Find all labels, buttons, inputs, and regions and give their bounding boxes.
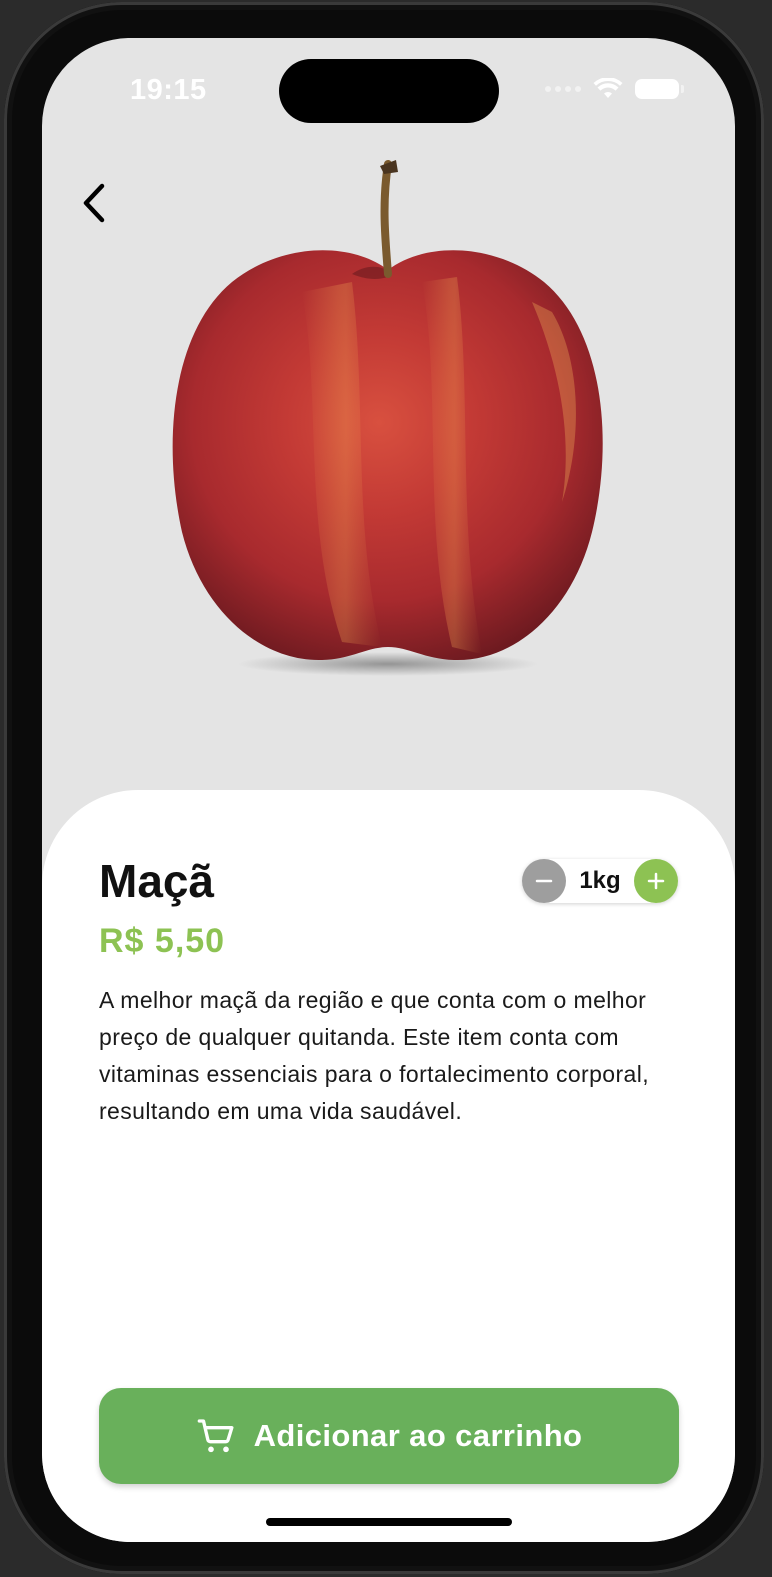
product-details-sheet: Maçã R$ 5,50 1kg A melhor maçã da região… [42, 790, 735, 1542]
cellular-signal-icon [545, 86, 581, 92]
increase-quantity-button[interactable] [633, 859, 678, 903]
add-to-cart-button[interactable]: Adicionar ao carrinho [99, 1388, 679, 1484]
product-price: R$ 5,50 [99, 922, 226, 960]
phone-frame: 19:15 Maçã R$ 5,50 1kg A melhor maçã da … [4, 2, 764, 1574]
dynamic-island [279, 59, 499, 123]
battery-icon [635, 79, 684, 99]
wifi-icon [593, 78, 623, 98]
minus-icon [535, 879, 553, 883]
add-to-cart-label: Adicionar ao carrinho [253, 1418, 583, 1453]
quantity-value: 1kg [579, 867, 621, 894]
decrease-quantity-button[interactable] [522, 859, 566, 903]
product-name: Maçã [99, 855, 215, 907]
status-indicators [545, 78, 684, 100]
home-indicator[interactable] [266, 1518, 512, 1526]
shopping-cart-icon [197, 1419, 234, 1453]
product-description: A melhor maçã da região e que conta com … [99, 987, 650, 1124]
status-time: 19:15 [130, 74, 207, 106]
chevron-left-icon [83, 183, 105, 223]
screen: 19:15 Maçã R$ 5,50 1kg A melhor maçã da … [42, 38, 735, 1542]
quantity-stepper: 1kg [522, 859, 678, 903]
product-image [172, 160, 603, 676]
plus-icon [647, 872, 665, 890]
back-button[interactable] [72, 178, 116, 228]
